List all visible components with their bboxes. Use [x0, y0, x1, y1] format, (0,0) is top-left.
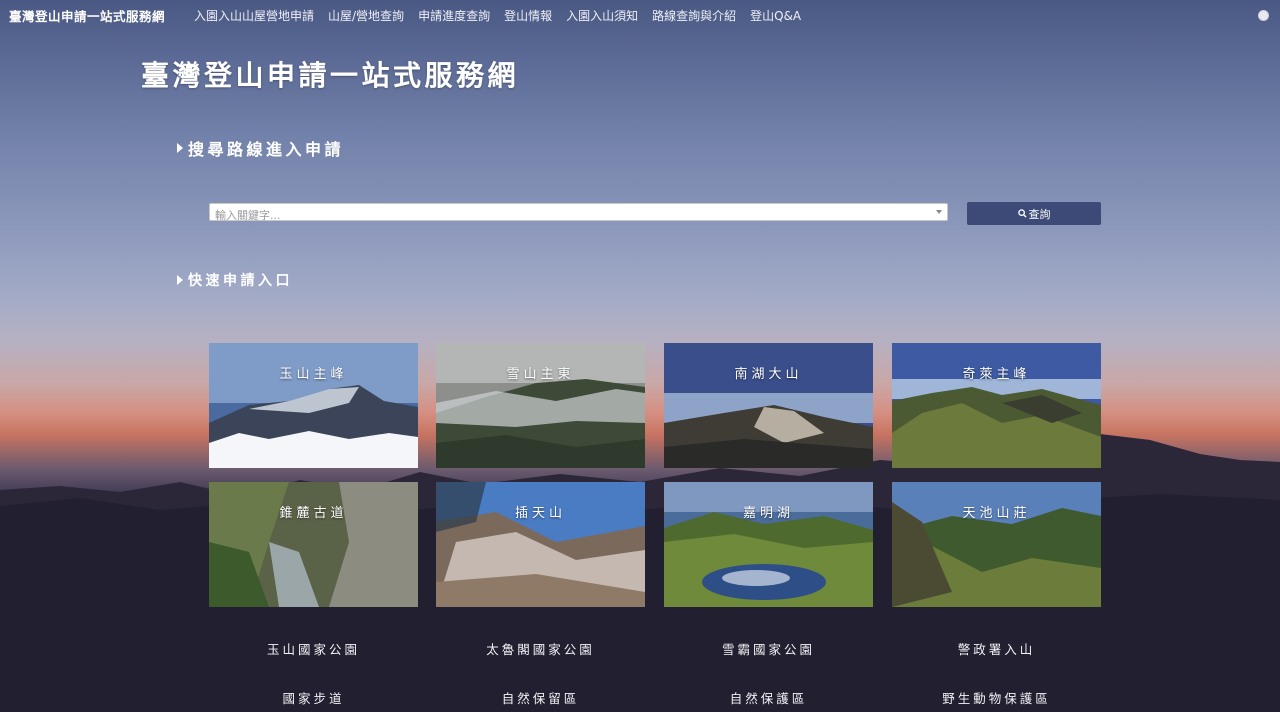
globe-icon[interactable]: [1258, 10, 1269, 21]
tile-label: 插天山: [514, 506, 566, 521]
mountain-photo: [209, 343, 418, 468]
nav-menu: 入園入山山屋營地申請 山屋/營地查詢 申請進度查詢 登山情報 入園入山須知 路線…: [194, 7, 815, 24]
tile-xueshan-main-east[interactable]: 雪山主東: [436, 343, 645, 468]
link-wildlife-refuge[interactable]: 野生動物保護區: [892, 688, 1101, 707]
tile-zhuilu-old-trail[interactable]: 錐麓古道: [209, 482, 418, 607]
search-button[interactable]: 查詢: [967, 202, 1101, 225]
mountain-photo: [664, 343, 873, 468]
search-input[interactable]: [210, 207, 947, 224]
link-police-mountain-entry[interactable]: 警政署入山: [892, 639, 1101, 658]
mountain-photo: [209, 482, 418, 607]
top-navigation-bar: 臺灣登山申請一站式服務網 入園入山山屋營地申請 山屋/營地查詢 申請進度查詢 登…: [0, 0, 1280, 30]
triangle-right-icon: [177, 143, 183, 153]
brand-logo-text[interactable]: 臺灣登山申請一站式服務網: [9, 6, 165, 25]
link-nature-protected-area[interactable]: 自然保護區: [664, 688, 873, 707]
mountain-photo: [436, 482, 645, 607]
nav-item-hiking-info[interactable]: 登山情報: [504, 7, 552, 24]
nav-item-progress-query[interactable]: 申請進度查詢: [418, 7, 490, 24]
link-taroko-national-park[interactable]: 太魯閣國家公園: [436, 639, 645, 658]
quick-apply-section-heading: 快速申請入口: [177, 270, 293, 290]
link-yushan-national-park[interactable]: 玉山國家公園: [209, 639, 418, 658]
mountain-photo: [664, 482, 873, 607]
triangle-right-icon: [177, 275, 183, 285]
link-nature-reserve[interactable]: 自然保留區: [436, 688, 645, 707]
dropdown-caret-icon[interactable]: [936, 210, 942, 214]
tile-chatian-mountain[interactable]: 插天山: [436, 482, 645, 607]
mountain-photo: [436, 343, 645, 468]
tile-jiaming-lake[interactable]: 嘉明湖: [664, 482, 873, 607]
search-button-label: 查詢: [1028, 207, 1051, 221]
nav-item-hut-query[interactable]: 山屋/營地查詢: [328, 7, 404, 24]
tile-label: 奇萊主峰: [962, 367, 1031, 382]
link-shei-pa-national-park[interactable]: 雪霸國家公園: [664, 639, 873, 658]
tile-label: 錐麓古道: [279, 506, 348, 521]
tile-nanhu-mountain[interactable]: 南湖大山: [664, 343, 873, 468]
mountain-photo: [892, 343, 1101, 468]
nav-item-route-query[interactable]: 路線查詢與介紹: [652, 7, 736, 24]
external-links-row-2: 國家步道 自然保留區 自然保護區 野生動物保護區: [209, 688, 1101, 708]
search-select[interactable]: [209, 203, 948, 224]
nav-item-faq[interactable]: 登山Q&A: [750, 7, 801, 24]
tile-label: 嘉明湖: [742, 506, 794, 521]
tile-label: 雪山主東: [506, 367, 575, 382]
tile-tianchi-lodge[interactable]: 天池山莊: [892, 482, 1101, 607]
tile-qilai-main-peak[interactable]: 奇萊主峰: [892, 343, 1101, 468]
search-section-heading: 搜尋路線進入申請: [177, 136, 344, 160]
tile-label: 玉山主峰: [279, 367, 348, 382]
search-section-heading-text: 搜尋路線進入申請: [188, 140, 345, 159]
quick-apply-tile-grid: 玉山主峰 雪山主東 南湖大山 奇萊主峰 錐麓古道 插天山 嘉明湖 天池山莊: [209, 343, 1101, 607]
nav-item-entry-notice[interactable]: 入園入山須知: [566, 7, 638, 24]
tile-label: 南湖大山: [734, 367, 803, 382]
search-icon: [1017, 209, 1027, 218]
nav-item-apply[interactable]: 入園入山山屋營地申請: [194, 7, 314, 24]
tile-label: 天池山莊: [962, 506, 1031, 521]
page-title: 臺灣登山申請一站式服務網: [141, 59, 520, 92]
tile-yushan-main-peak[interactable]: 玉山主峰: [209, 343, 418, 468]
link-national-trails[interactable]: 國家步道: [209, 688, 418, 707]
quick-apply-heading-text: 快速申請入口: [188, 273, 293, 289]
external-links-row-1: 玉山國家公園 太魯閣國家公園 雪霸國家公園 警政署入山: [209, 639, 1101, 659]
mountain-photo: [892, 482, 1101, 607]
